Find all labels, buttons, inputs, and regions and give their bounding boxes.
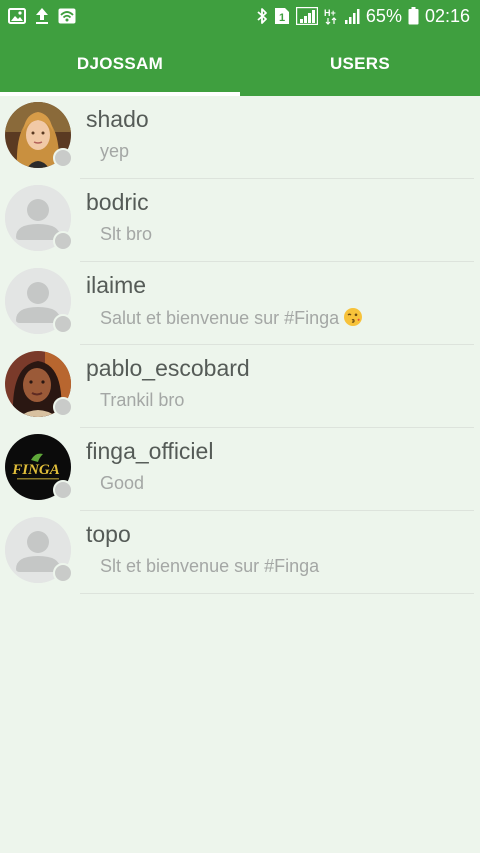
- upload-icon: [34, 7, 50, 25]
- chat-last-message: Slt et bienvenue sur #Finga: [100, 556, 320, 576]
- avatar-container: [5, 185, 73, 253]
- chat-last-message-text: Salut et bienvenue sur #Finga: [100, 308, 340, 328]
- chat-item-topo[interactable]: topo Slt et bienvenue sur #Finga: [0, 511, 480, 594]
- chat-username: finga_officiel: [86, 438, 214, 464]
- signal-icon: [295, 7, 318, 25]
- bluetooth-icon: [256, 7, 268, 25]
- chat-last-message: Slt bro: [100, 224, 153, 244]
- tab-djossam[interactable]: DJOSSAM: [0, 32, 240, 96]
- chat-item-shado[interactable]: shado yep: [0, 96, 480, 179]
- chat-last-message: Good: [100, 473, 145, 493]
- status-right-icons: 1 H+ 65% 02:16: [256, 5, 470, 27]
- presence-dot: [53, 397, 73, 417]
- svg-text:1: 1: [279, 12, 285, 24]
- status-left-icons: [8, 6, 76, 26]
- presence-dot: [53, 231, 73, 251]
- chat-username: topo: [86, 521, 131, 547]
- wink-kiss-emoji-icon: [343, 307, 363, 332]
- chat-list: shado yep bodric Slt bro ilaime Salut et…: [0, 96, 480, 594]
- chat-last-message: Salut et bienvenue sur #Finga: [100, 307, 363, 332]
- presence-dot: [53, 314, 73, 334]
- wifi-icon: [58, 8, 76, 24]
- battery-icon: [408, 7, 419, 25]
- row-divider: [80, 593, 474, 594]
- chat-username: shado: [86, 106, 149, 132]
- chat-username: bodric: [86, 189, 149, 215]
- presence-dot: [53, 148, 73, 168]
- chat-item-pablo-escobard[interactable]: pablo_escobard Trankil bro: [0, 345, 480, 428]
- chat-item-finga-officiel[interactable]: FINGA finga_officiel Good: [0, 428, 480, 511]
- image-icon: [8, 8, 26, 24]
- signal-bars-icon: [344, 7, 360, 25]
- svg-text:H+: H+: [324, 8, 336, 18]
- presence-dot: [53, 563, 73, 583]
- chat-last-message: Trankil bro: [100, 390, 185, 410]
- avatar-container: [5, 102, 73, 170]
- chat-item-ilaime[interactable]: ilaime Salut et bienvenue sur #Finga: [0, 262, 480, 345]
- hplus-icon: H+: [324, 7, 338, 25]
- chat-item-bodric[interactable]: bodric Slt bro: [0, 179, 480, 262]
- tab-users[interactable]: USERS: [240, 32, 480, 96]
- sim-icon: 1: [274, 7, 290, 25]
- chat-username: ilaime: [86, 272, 147, 298]
- avatar-container: [5, 351, 73, 419]
- chat-username: pablo_escobard: [86, 355, 250, 381]
- avatar-container: FINGA: [5, 434, 73, 502]
- status-time: 02:16: [424, 6, 470, 26]
- svg-text:FINGA: FINGA: [11, 462, 60, 478]
- avatar-container: [5, 517, 73, 585]
- tab-bar: DJOSSAM USERS: [0, 32, 480, 96]
- status-bar: 1 H+ 65% 02:16: [0, 0, 480, 32]
- battery-percent: 65%: [365, 6, 402, 26]
- presence-dot: [53, 480, 73, 500]
- chat-last-message: yep: [100, 141, 130, 161]
- avatar-container: [5, 268, 73, 336]
